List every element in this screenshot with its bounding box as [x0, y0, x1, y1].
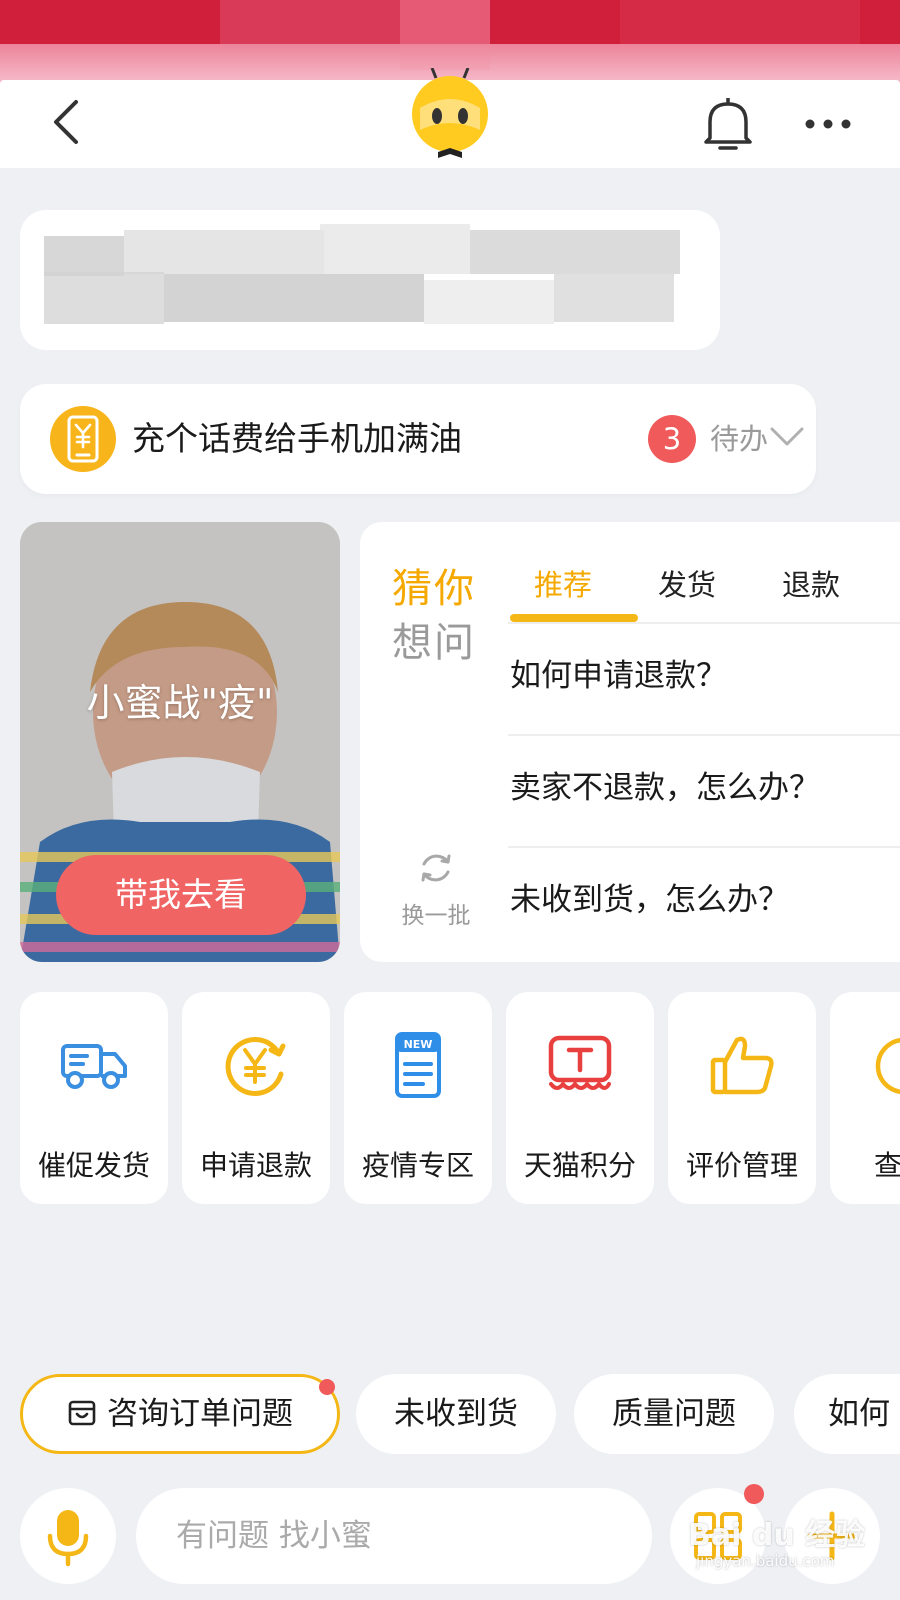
- greeting-card: [20, 210, 720, 350]
- bell-icon: [704, 98, 752, 150]
- chip-quality-issue[interactable]: 质量问题: [574, 1374, 774, 1454]
- microphone-icon: [47, 1510, 89, 1567]
- partial-icon: [875, 1038, 900, 1094]
- chip-label: 咨询订单问题: [107, 1396, 293, 1432]
- todo-label: 待办: [710, 422, 769, 456]
- yen-refund-icon: [225, 1037, 286, 1096]
- guess-title-line1: 猜你: [392, 566, 476, 612]
- shortcut-review-manage[interactable]: 评价管理: [668, 992, 816, 1204]
- refresh-icon: [421, 854, 451, 882]
- more-dots-icon: [805, 119, 851, 129]
- voice-button[interactable]: [20, 1488, 116, 1584]
- redacted-block: [44, 272, 164, 324]
- tab-recommend[interactable]: 推荐: [534, 562, 592, 604]
- baidu-watermark-url: jingyan.baidu.com: [696, 1552, 835, 1570]
- top-nav-bar: [0, 67, 900, 168]
- status-pixel: [620, 0, 860, 44]
- promo-view-button[interactable]: 带我去看: [56, 855, 306, 935]
- active-tab-indicator: [510, 614, 638, 622]
- thumbs-up-icon: [710, 1036, 774, 1095]
- message-input[interactable]: [136, 1488, 652, 1584]
- chip-how[interactable]: 如何: [794, 1374, 900, 1454]
- new-dot: [319, 1379, 335, 1395]
- news-icon: NEW: [395, 1032, 441, 1098]
- svg-text:NEW: NEW: [404, 1038, 433, 1051]
- question-item[interactable]: 卖家不退款，怎么办？: [510, 762, 820, 807]
- shortcut-tmall-points[interactable]: 天猫积分: [506, 992, 654, 1204]
- notification-button[interactable]: [700, 94, 756, 154]
- todo-dropdown[interactable]: 待办: [710, 384, 804, 494]
- phone-recharge-icon: [50, 406, 116, 472]
- shortcut-label: 天猫积分: [523, 1149, 636, 1182]
- recharge-tip-bar[interactable]: 充个话费给手机加满油 3 待办: [20, 384, 816, 494]
- new-dot: [744, 1484, 764, 1504]
- baidu-watermark: Bai du 经验: [688, 1518, 866, 1553]
- question-item[interactable]: 未收到货，怎么办？: [510, 874, 789, 919]
- redacted-block: [470, 230, 680, 274]
- chip-order-question[interactable]: 咨询订单问题: [20, 1374, 340, 1454]
- mascot-logo: [406, 67, 494, 160]
- guess-title-line2: 想问: [392, 620, 476, 666]
- todo-count-badge: 3: [648, 415, 696, 463]
- shortcut-label: 申请退款: [199, 1149, 312, 1182]
- divider: [508, 734, 900, 736]
- redacted-block: [164, 274, 424, 322]
- chip-not-received[interactable]: 未收到货: [356, 1374, 556, 1454]
- promo-title: 小蜜战"疫": [86, 681, 274, 725]
- promo-card[interactable]: 小蜜战"疫" 带我去看: [20, 522, 340, 962]
- question-item[interactable]: 如何申请退款？: [510, 650, 727, 695]
- redacted-block: [320, 224, 470, 274]
- refresh-label: 换一批: [401, 903, 471, 929]
- shortcut-label: 查: [874, 1149, 900, 1182]
- chevron-down-icon: [770, 427, 804, 446]
- redacted-block: [554, 274, 674, 322]
- tip-text: 充个话费给手机加满油: [132, 419, 462, 458]
- shortcut-epidemic-zone[interactable]: NEW 疫情专区: [344, 992, 492, 1204]
- refresh-button[interactable]: 换一批: [388, 848, 484, 930]
- tmall-points-icon: [548, 1035, 612, 1090]
- truck-icon: [61, 1044, 127, 1089]
- divider: [508, 622, 900, 624]
- shortcut-partial[interactable]: 查: [830, 992, 900, 1204]
- back-button[interactable]: [44, 94, 92, 150]
- divider: [508, 846, 900, 848]
- order-icon: [68, 1400, 96, 1426]
- shortcut-label: 催促发货: [37, 1149, 150, 1182]
- shortcut-label: 疫情专区: [361, 1149, 474, 1182]
- shortcut-urge-shipping[interactable]: 催促发货: [20, 992, 168, 1204]
- shortcut-label: 评价管理: [685, 1149, 798, 1182]
- guess-questions-card: 猜你 想问 推荐 发货 退款 如何申请退款？ 卖家不退款，怎么办？ 未收到货，怎…: [360, 522, 900, 962]
- redacted-block: [424, 280, 554, 324]
- tab-shipping[interactable]: 发货: [658, 562, 716, 604]
- redacted-block: [124, 230, 324, 274]
- shortcut-apply-refund[interactable]: 申请退款: [182, 992, 330, 1204]
- redacted-block: [44, 236, 124, 276]
- chevron-left-icon: [54, 100, 78, 144]
- tab-refund[interactable]: 退款: [782, 562, 840, 604]
- more-button[interactable]: [800, 96, 856, 152]
- status-pixel: [220, 0, 400, 44]
